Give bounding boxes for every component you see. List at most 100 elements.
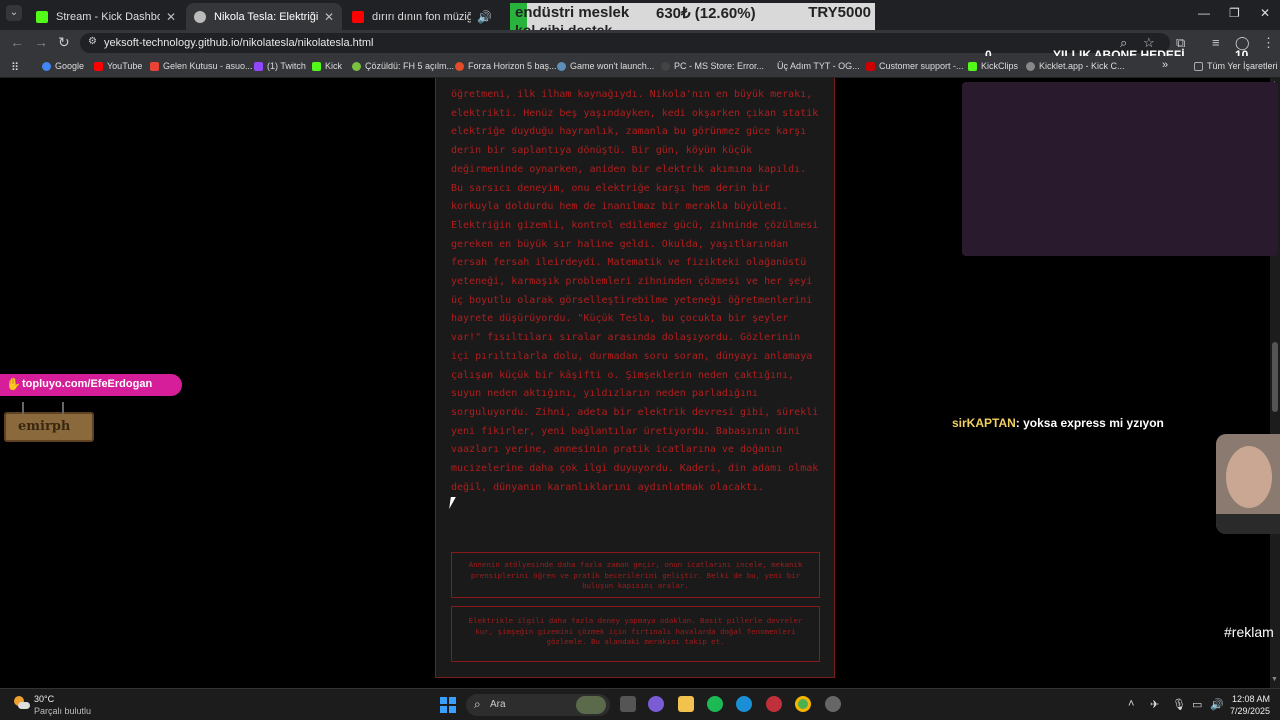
bookmark-gmail[interactable]: Gelen Kutusu - asuo... xyxy=(150,61,253,71)
streamer-shirt xyxy=(1216,514,1280,534)
back-button[interactable]: ← xyxy=(10,34,24,50)
bookmark-ms-store[interactable]: PC - MS Store: Error... xyxy=(661,61,764,71)
scrollbar-thumb[interactable] xyxy=(1272,342,1278,412)
story-panel: öğretmeni, ilk ilham kaynağıydı. Nikola'… xyxy=(435,78,835,678)
choice-button-1[interactable]: Annenin atölyesinde daha fazla zaman geç… xyxy=(451,552,820,598)
settings-icon[interactable] xyxy=(825,696,841,712)
youtube-icon xyxy=(352,10,364,23)
goal-title: endüstri meslek xyxy=(515,4,630,21)
speaker-icon[interactable]: 🔊 xyxy=(477,10,492,24)
youtube-icon xyxy=(94,61,103,71)
file-explorer-icon[interactable] xyxy=(678,696,694,712)
power-icon xyxy=(352,61,361,71)
copilot-icon[interactable] xyxy=(648,696,664,712)
task-view-icon[interactable] xyxy=(620,696,636,712)
bookmark-fh5-solved[interactable]: Çözüldü: FH 5 açılm... xyxy=(352,61,454,71)
bookmark-kick[interactable]: Kick xyxy=(312,61,342,71)
taskbar: 30°C Parçalı bulutlu ⌕ Ara ˄ ✈ 🎙 ▭ 🔊 12:… xyxy=(0,688,1280,720)
kick-icon xyxy=(968,61,977,71)
spotify-icon[interactable] xyxy=(707,696,723,712)
google-icon xyxy=(42,61,51,71)
twitch-icon xyxy=(254,61,263,71)
reload-button[interactable]: ↻ xyxy=(58,34,70,51)
close-icon[interactable]: ✕ xyxy=(166,10,176,24)
apps-icon[interactable]: ⠿ xyxy=(11,61,19,74)
clock-time[interactable]: 12:08 AM xyxy=(1232,694,1270,704)
ms-store-icon xyxy=(661,61,670,71)
close-icon[interactable]: ✕ xyxy=(324,10,334,24)
choice-text: Annenin atölyesinde daha fazla zaman geç… xyxy=(468,560,803,591)
bookmark-kicklet[interactable]: Kicklet.app - Kick C... xyxy=(1026,61,1125,71)
weather-temperature[interactable]: 30°C xyxy=(34,694,54,704)
tab-kick-dashboard[interactable]: Stream - Kick Dashboard ✕ xyxy=(28,3,184,30)
site-info-icon[interactable]: ⚙ xyxy=(88,36,97,47)
bookmark-customer-support[interactable]: Customer support -... xyxy=(866,61,964,71)
social-link-text: topluyo.com/EfeErdogan xyxy=(22,378,153,390)
chat-username: sirKAPTAN xyxy=(952,416,1016,430)
forward-button[interactable]: → xyxy=(34,34,48,50)
clock-date[interactable]: 7/29/2025 xyxy=(1230,706,1270,716)
streamer-face xyxy=(1226,446,1272,508)
bookmark-uc-adim[interactable]: Üç Adım TYT - OG... xyxy=(764,61,860,71)
minimize-button[interactable]: — xyxy=(1198,6,1210,20)
taskbar-search[interactable]: ⌕ Ara xyxy=(466,694,610,716)
microphone-icon[interactable]: 🎙 xyxy=(1172,698,1186,711)
start-button[interactable] xyxy=(440,697,456,713)
bookmark-all[interactable]: Tüm Yer İşaretleri xyxy=(1194,61,1278,71)
weather-description[interactable]: Parçalı bulutlu xyxy=(34,706,91,716)
bookmark-label: Üç Adım TYT - OG... xyxy=(777,61,860,71)
bookmark-twitch[interactable]: (1) Twitch xyxy=(254,61,306,71)
bookmark-kickclips[interactable]: KickClips xyxy=(968,61,1018,71)
opera-icon[interactable] xyxy=(766,696,782,712)
social-link-badge: ✋ topluyo.com/EfeErdogan xyxy=(0,374,182,396)
webcam-feed xyxy=(1216,434,1280,534)
bookmark-game-launch[interactable]: Game won't launch... xyxy=(557,61,654,71)
bookmark-label: KickClips xyxy=(981,61,1019,71)
gmail-icon xyxy=(150,61,159,71)
sign-hook xyxy=(22,402,24,414)
bookmark-label: Gelen Kutusu - asuo... xyxy=(163,61,253,71)
search-icon: ⌕ xyxy=(474,697,481,711)
tray-app-icon[interactable]: ✈ xyxy=(1150,698,1159,711)
tab-search-button[interactable]: ⌄ xyxy=(6,5,22,21)
tab-nikola-tesla[interactable]: Nikola Tesla: Elektriğin Dâhisi ✕ xyxy=(186,3,342,30)
chat-text: : yoksa express mi yzıyon xyxy=(1015,416,1164,430)
tab-label: Stream - Kick Dashboard xyxy=(56,10,160,23)
support-icon xyxy=(866,61,875,71)
story-text: öğretmeni, ilk ilham kaynağıydı. Nikola'… xyxy=(451,89,819,493)
chevron-up-icon[interactable]: ˄ xyxy=(1128,698,1134,710)
kick-icon xyxy=(36,10,48,23)
url-text: yeksoft-technology.github.io/nikolatesla… xyxy=(104,37,374,49)
bookmark-label: Kick xyxy=(325,61,343,71)
bookmark-label: Çözüldü: FH 5 açılm... xyxy=(365,61,455,71)
kicklet-icon xyxy=(1026,61,1035,71)
chrome-icon[interactable] xyxy=(795,696,811,712)
choice-button-2[interactable]: Elektrikle ilgili daha fazla deney yapma… xyxy=(451,606,820,662)
tab-youtube-music[interactable]: dırırı dının fon müziği - YouT 🔊 xyxy=(344,3,500,30)
scroll-down-icon[interactable]: ▼ xyxy=(1271,676,1278,683)
forza-icon xyxy=(455,61,464,71)
sign-text: emirph xyxy=(18,419,71,434)
kick-icon xyxy=(312,61,321,71)
edge-icon[interactable] xyxy=(736,696,752,712)
bookmark-label: » xyxy=(1162,59,1169,71)
display-icon[interactable]: ▭ xyxy=(1192,698,1202,711)
maximize-button[interactable]: ❐ xyxy=(1229,6,1240,20)
weather-icon[interactable] xyxy=(12,694,30,712)
goal-amount: 630₺ (12.60%) xyxy=(656,5,756,22)
close-window-button[interactable]: ✕ xyxy=(1260,6,1270,20)
bookmark-label: Kicklet.app - Kick C... xyxy=(1039,61,1125,71)
bookmark-forza[interactable]: Forza Horizon 5 baş... xyxy=(455,61,557,71)
steam-icon xyxy=(557,61,566,71)
more-bookmarks-button[interactable]: » xyxy=(1162,59,1168,71)
book-icon xyxy=(764,62,773,71)
search-highlight-icon xyxy=(576,696,606,714)
volume-icon[interactable]: 🔊 xyxy=(1210,698,1224,711)
bookmark-label: Game won't launch... xyxy=(570,61,655,71)
bookmark-label: Tüm Yer İşaretleri xyxy=(1207,61,1278,71)
bookmark-google[interactable]: Google xyxy=(42,61,84,71)
bookmarks-bar: ⠿ Google YouTube Gelen Kutusu - asuo... … xyxy=(0,56,1280,78)
bookmark-youtube[interactable]: YouTube xyxy=(94,61,142,71)
name-sign: emirph xyxy=(4,402,94,442)
sign-hook xyxy=(62,402,64,414)
